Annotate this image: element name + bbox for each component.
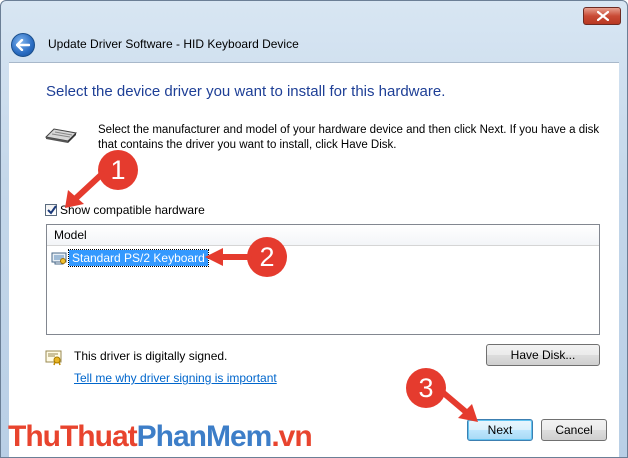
annotation-arrow-1: [65, 171, 105, 208]
watermark-part-2: PhanMem: [136, 420, 273, 453]
model-item-label: Standard PS/2 Keyboard: [68, 249, 209, 267]
cancel-button[interactable]: Cancel: [541, 419, 607, 441]
checkmark-icon: [47, 205, 57, 215]
compatible-checkbox[interactable]: [45, 204, 57, 216]
close-icon: [597, 11, 609, 21]
list-item[interactable]: Standard PS/2 Keyboard: [51, 249, 209, 267]
have-disk-button[interactable]: Have Disk...: [486, 344, 600, 366]
driver-icon: [51, 252, 67, 265]
driver-signing-link[interactable]: Tell me why driver signing is important: [74, 371, 277, 385]
signed-status: This driver is digitally signed.: [74, 349, 228, 363]
model-listbox[interactable]: Model Standard PS/2 Keyboard: [46, 224, 600, 335]
instruction-text: Select the manufacturer and model of you…: [98, 124, 600, 151]
watermark-part-3: .vn: [271, 420, 312, 453]
page-heading: Select the device driver you want to ins…: [46, 83, 446, 100]
annotation-arrow-3: [437, 387, 478, 422]
back-button[interactable]: [11, 33, 35, 57]
step-marker-2: 2: [247, 237, 287, 277]
watermark: ThuThuatPhanMem.vn: [8, 420, 313, 454]
certificate-icon: [45, 350, 62, 366]
annotation-arrow-2: [205, 248, 252, 266]
keyboard-icon: [44, 128, 78, 143]
column-header-model[interactable]: Model: [47, 225, 599, 246]
back-arrow-icon: [16, 39, 30, 51]
close-button[interactable]: [583, 7, 621, 25]
watermark-part-1: ThuThuat: [8, 420, 138, 453]
window-title: Update Driver Software - HID Keyboard De…: [48, 37, 299, 51]
dialog-content: Select the device driver you want to ins…: [9, 62, 619, 457]
